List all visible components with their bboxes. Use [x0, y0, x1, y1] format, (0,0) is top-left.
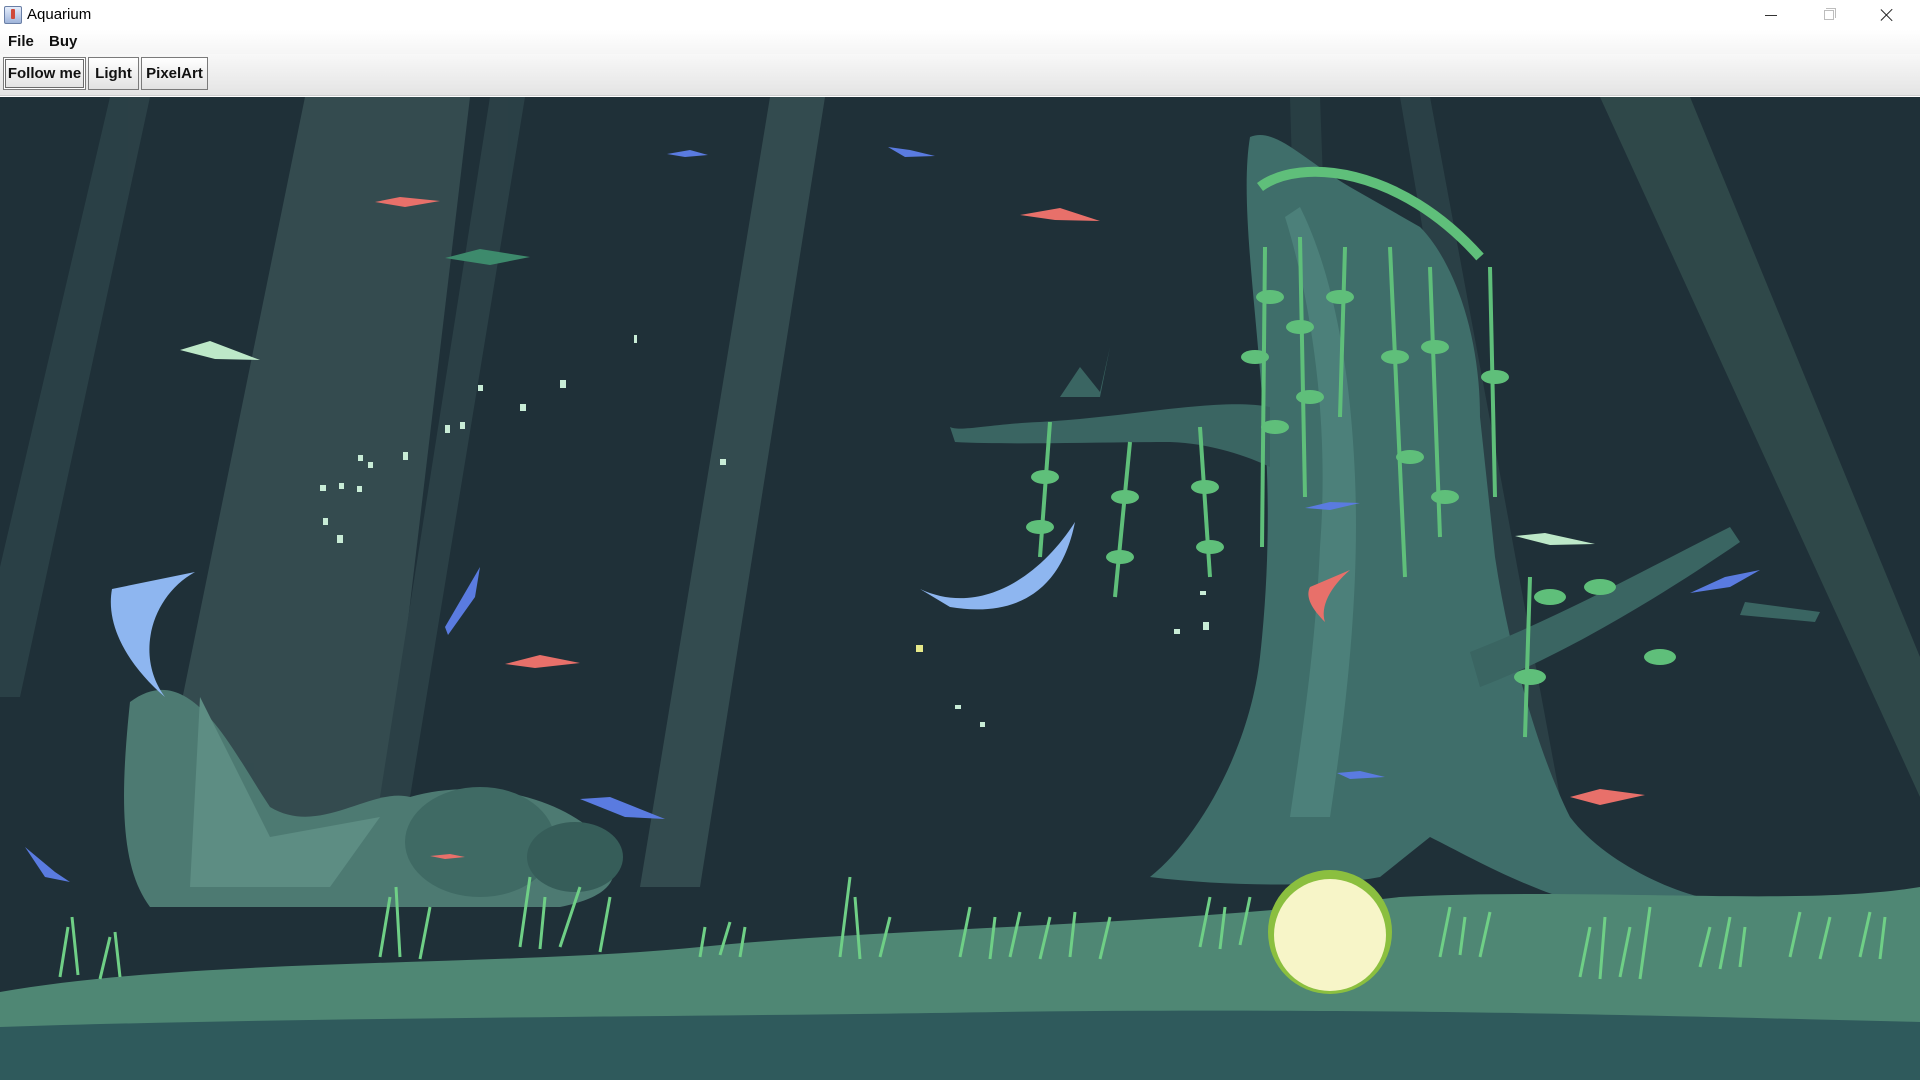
- java-app-icon: [4, 6, 22, 24]
- toolbar: Follow me Light PixelArt: [0, 54, 1920, 96]
- bubble: [445, 425, 450, 433]
- window-title: Aquarium: [27, 6, 92, 23]
- bubble: [403, 452, 408, 460]
- leaf: [1031, 470, 1059, 484]
- follow-me-button[interactable]: Follow me: [3, 57, 86, 90]
- bubble: [320, 485, 326, 491]
- bubble: [339, 483, 344, 489]
- close-button[interactable]: [1858, 0, 1916, 30]
- leaf: [1396, 450, 1424, 464]
- leaf: [1196, 540, 1224, 554]
- leaf: [1431, 490, 1459, 504]
- bubble: [323, 518, 328, 525]
- leaf: [1111, 490, 1139, 504]
- leaf: [1191, 480, 1219, 494]
- light-button[interactable]: Light: [88, 57, 139, 90]
- leaf: [1261, 420, 1289, 434]
- leaf: [1106, 550, 1134, 564]
- minimize-icon: [1765, 14, 1777, 16]
- leaf: [1286, 320, 1314, 334]
- aquarium-scene[interactable]: [0, 97, 1920, 1080]
- leaf: [1481, 370, 1509, 384]
- leaf: [1514, 669, 1546, 685]
- bubble: [916, 645, 923, 652]
- food-pellet[interactable]: [1268, 870, 1392, 994]
- maximize-button[interactable]: [1800, 0, 1858, 30]
- menu-buy[interactable]: Buy: [46, 33, 80, 51]
- bubble: [337, 535, 343, 543]
- leaf: [1584, 579, 1616, 595]
- bubble: [1200, 591, 1206, 595]
- maximize-icon: [1824, 8, 1836, 20]
- leaf: [1381, 350, 1409, 364]
- bubble: [460, 422, 465, 429]
- menu-bar: File Buy: [0, 30, 1920, 54]
- bubble: [980, 722, 985, 727]
- food-pellet-core: [1274, 879, 1386, 991]
- minimize-button[interactable]: [1742, 0, 1800, 30]
- bubble: [720, 459, 726, 465]
- leaf: [1644, 649, 1676, 665]
- title-bar[interactable]: Aquarium: [0, 0, 1920, 30]
- bubble: [478, 385, 483, 391]
- bubble: [1203, 622, 1209, 630]
- leaf: [1421, 340, 1449, 354]
- menu-file[interactable]: File: [5, 33, 37, 51]
- bubble: [634, 335, 637, 343]
- bubble: [357, 486, 362, 492]
- aquarium-canvas[interactable]: [0, 97, 1920, 1080]
- leaf: [1256, 290, 1284, 304]
- pixelart-button[interactable]: PixelArt: [141, 57, 208, 90]
- leaf: [1241, 350, 1269, 364]
- leaf: [1534, 589, 1566, 605]
- leaf: [1296, 390, 1324, 404]
- bubble: [560, 380, 566, 388]
- bubble: [368, 462, 373, 468]
- bubble: [1174, 629, 1180, 634]
- app-window: Aquarium File Buy Follow me Light PixelA…: [0, 0, 1920, 1080]
- leaf: [1326, 290, 1354, 304]
- leaf: [1026, 520, 1054, 534]
- ground-shadow: [0, 1010, 1920, 1080]
- bubble: [520, 404, 526, 411]
- bubble: [955, 705, 961, 709]
- close-icon: [1880, 8, 1894, 22]
- bubble: [358, 455, 363, 461]
- rock-small: [527, 822, 623, 892]
